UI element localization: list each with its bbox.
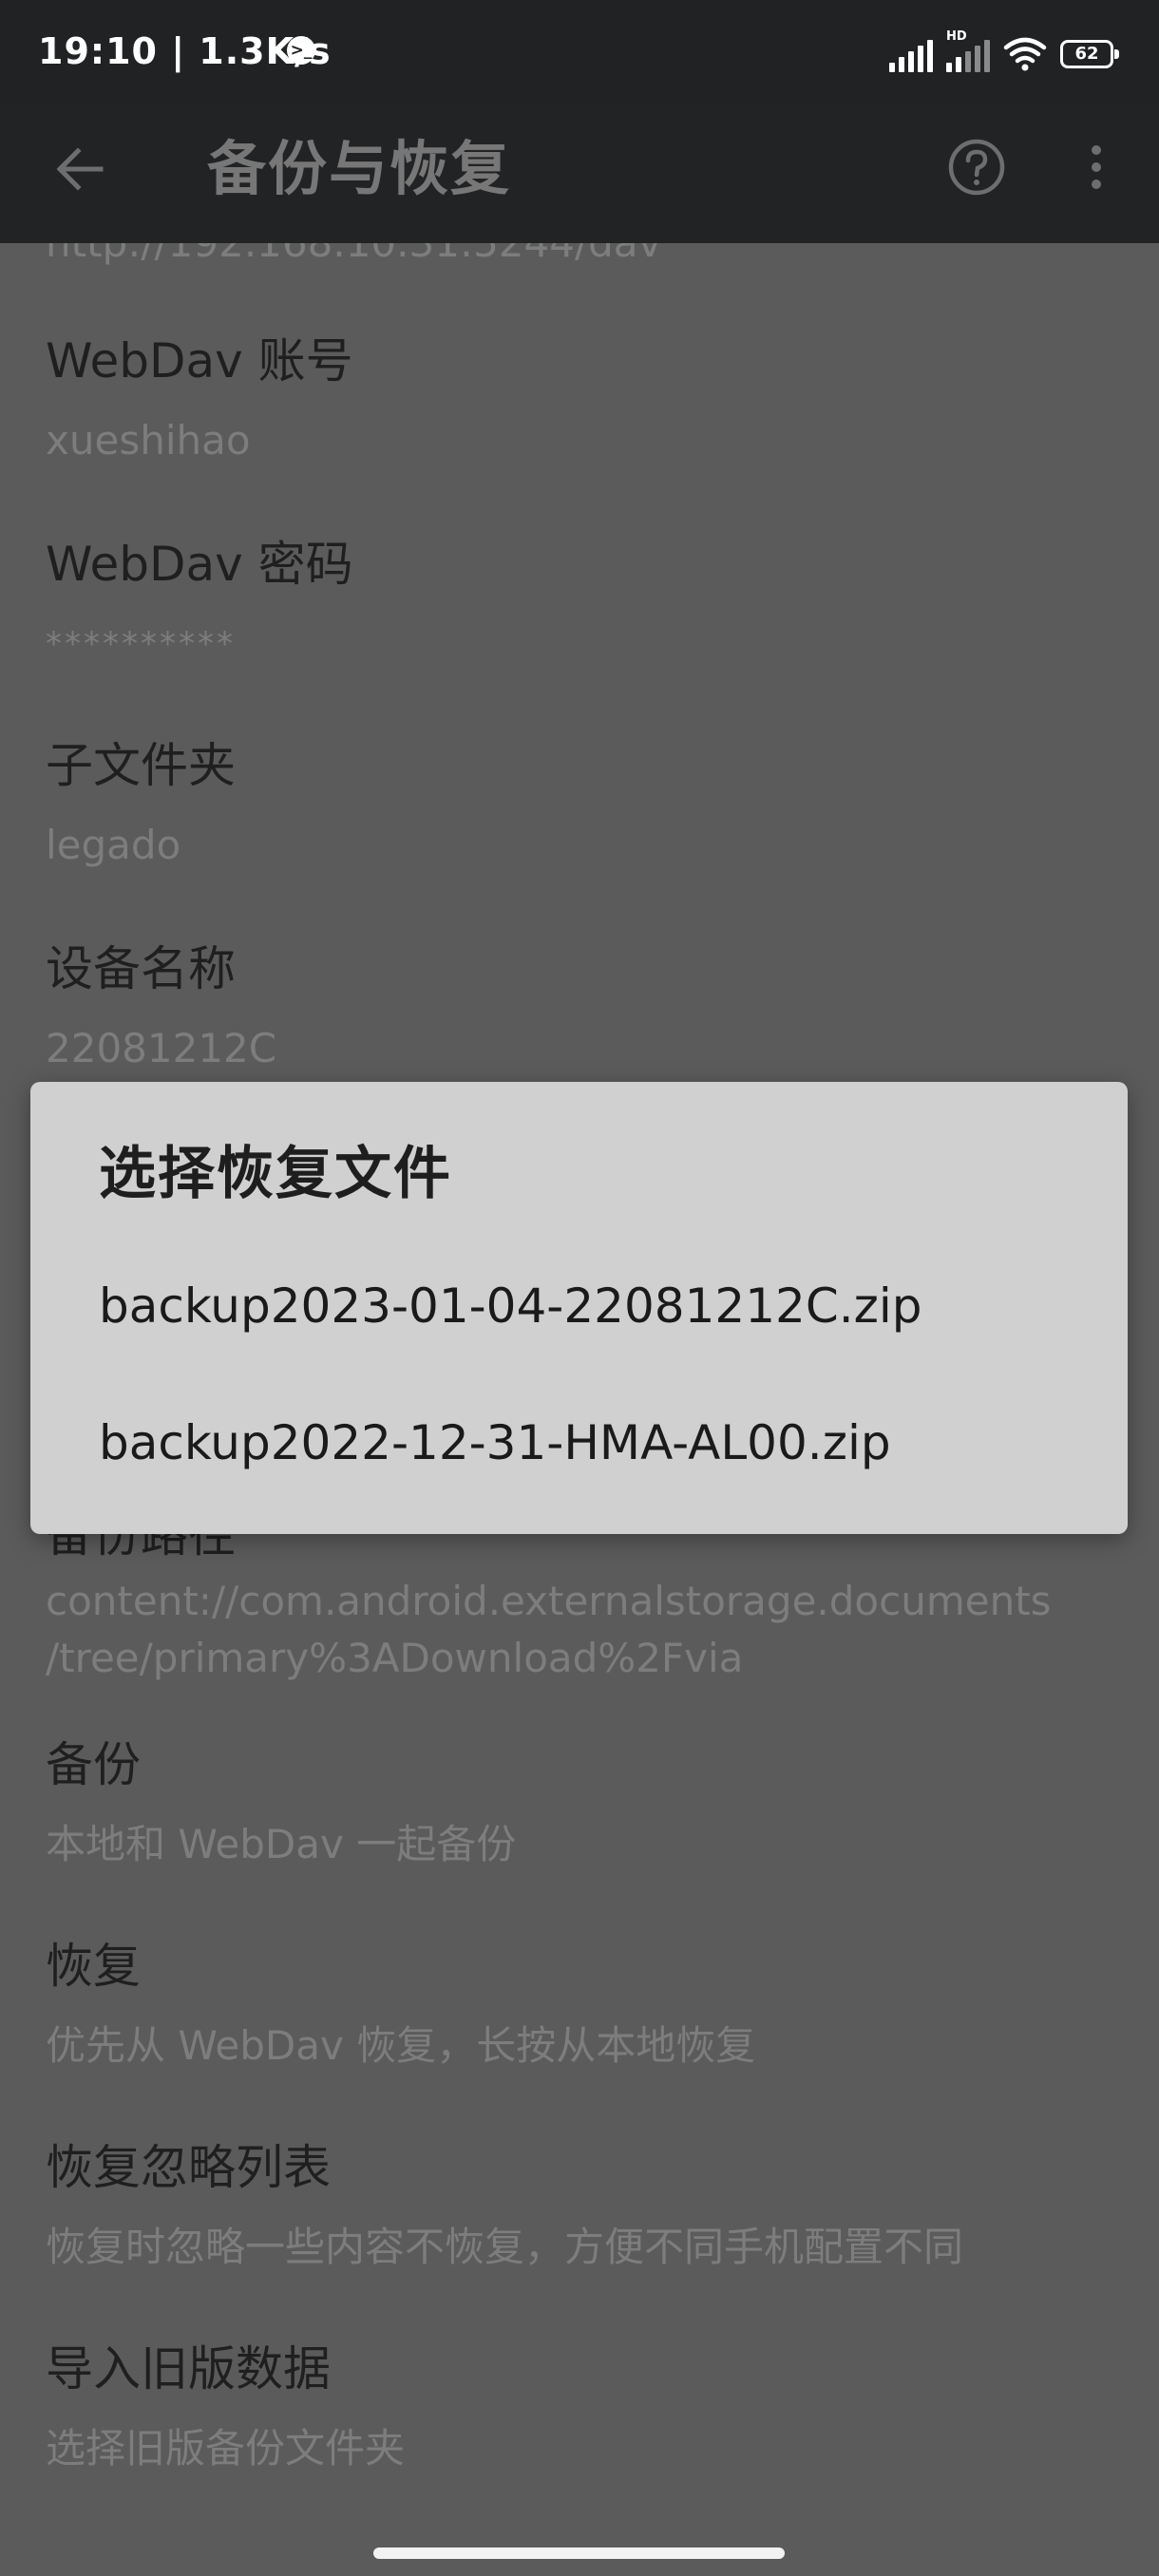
pref-title: 备份: [46, 1737, 141, 1792]
pref-webdav-password[interactable]: WebDav 密码 **********: [46, 536, 1138, 672]
restore-file-dialog: 选择恢复文件 backup2023-01-04-22081212C.zip ba…: [30, 1082, 1128, 1534]
pref-subfolder[interactable]: 子文件夹 legado: [46, 737, 1138, 874]
dialog-option[interactable]: backup2023-01-04-22081212C.zip: [30, 1240, 1128, 1373]
pref-title: 子文件夹: [46, 738, 236, 793]
pref-summary: 恢复时忽略一些内容不恢复，方便不同手机配置不同: [46, 2224, 964, 2270]
battery-icon: 62: [1060, 40, 1119, 68]
page-title: 备份与恢复: [207, 134, 512, 203]
pref-summary-line: /tree/primary%3ADownload%2Fvia: [46, 1635, 744, 1681]
pref-title: 恢复忽略列表: [46, 2140, 331, 2195]
pref-summary-line: content://com.android.externalstorage.do…: [46, 1578, 1052, 1624]
pref-summary: content://com.android.externalstorage.do…: [46, 1573, 1138, 1687]
wifi-icon: [1003, 36, 1047, 72]
arrow-left-icon[interactable]: [49, 139, 110, 199]
pref-summary: xueshihao: [46, 417, 251, 464]
pref-webdav-url[interactable]: http://192.168.10.31:5244/dav: [46, 243, 1138, 272]
pref-title: 恢复: [46, 1939, 141, 1994]
pref-restore-ignore[interactable]: 恢复忽略列表 恢复时忽略一些内容不恢复，方便不同手机配置不同: [46, 2139, 1138, 2276]
terminal-icon: >_: [287, 36, 315, 65]
pref-title: 设备名称: [46, 941, 236, 996]
status-icons: HD 62: [889, 30, 1119, 72]
app-bar: 备份与恢复: [0, 104, 1159, 243]
hd-label: HD: [946, 29, 967, 44]
pref-webdav-url-summary: http://192.168.10.31:5244/dav: [46, 243, 1138, 272]
pref-restore[interactable]: 恢复 优先从 WebDav 恢复，长按从本地恢复: [46, 1938, 1138, 2074]
home-indicator[interactable]: [373, 2548, 785, 2559]
pref-summary: 选择旧版备份文件夹: [46, 2425, 406, 2472]
pref-summary: 优先从 WebDav 恢复，长按从本地恢复: [46, 2022, 756, 2069]
dialog-title: 选择恢复文件: [99, 1141, 452, 1207]
pref-summary: 本地和 WebDav 一起备份: [46, 1821, 517, 1867]
pref-device-name[interactable]: 设备名称 22081212C: [46, 940, 1138, 1077]
help-circle-icon[interactable]: [946, 137, 1007, 198]
signal-hd-icon: HD: [946, 30, 990, 72]
pref-title: 导入旧版数据: [46, 2341, 331, 2396]
pref-title: WebDav 密码: [46, 537, 353, 592]
signal-icon: [889, 36, 933, 72]
pref-summary: 22081212C: [46, 1025, 277, 1071]
dialog-option[interactable]: backup2022-12-31-HMA-AL00.zip: [30, 1376, 1128, 1509]
pref-import-old[interactable]: 导入旧版数据 选择旧版备份文件夹: [46, 2340, 1138, 2477]
status-bar: 19:10 | 1.3K/s >_ HD 62: [0, 0, 1159, 104]
pref-webdav-account[interactable]: WebDav 账号 xueshihao: [46, 332, 1138, 469]
pref-summary: **********: [46, 625, 236, 663]
pref-summary: legado: [46, 822, 181, 868]
pref-title: WebDav 账号: [46, 333, 353, 388]
more-vertical-icon[interactable]: [1077, 137, 1115, 198]
pref-backup[interactable]: 备份 本地和 WebDav 一起备份: [46, 1736, 1138, 1873]
